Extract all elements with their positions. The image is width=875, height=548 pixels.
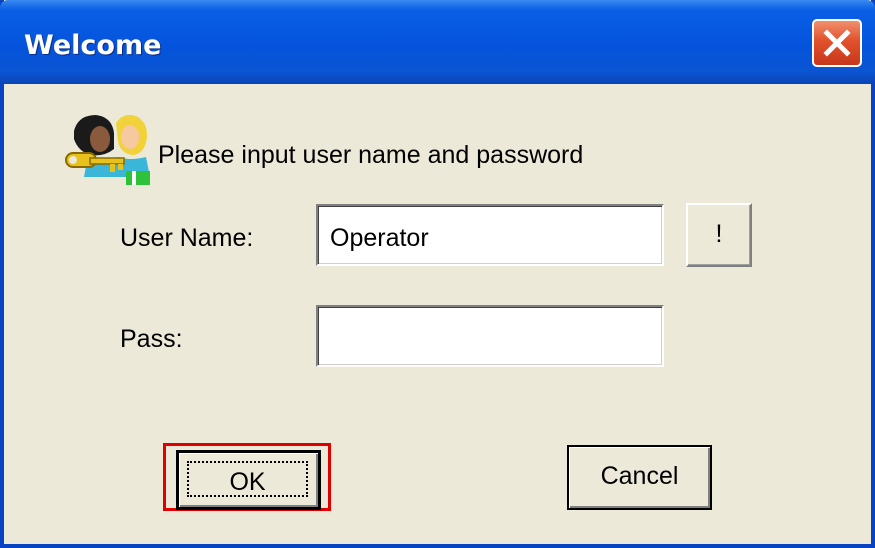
user-name-input[interactable] xyxy=(316,204,664,266)
dialog-body: Please input user name and password User… xyxy=(0,0,867,511)
cancel-button[interactable]: Cancel xyxy=(567,445,712,510)
ok-button-label: OK xyxy=(187,461,308,497)
users-key-icon xyxy=(65,115,150,185)
prompt-text: Please input user name and password xyxy=(158,141,584,169)
user-name-label: User Name: xyxy=(120,224,254,252)
bang-button[interactable]: ! xyxy=(686,203,752,267)
pass-label: Pass: xyxy=(120,325,183,353)
password-input[interactable] xyxy=(316,305,664,367)
ok-button[interactable]: OK xyxy=(176,450,321,510)
